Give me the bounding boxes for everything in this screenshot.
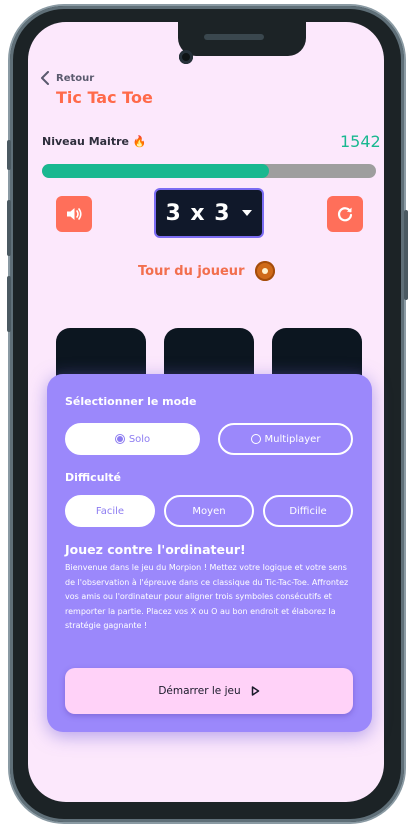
grid-size-value: 3 x 3 bbox=[165, 200, 231, 226]
front-camera bbox=[179, 50, 193, 64]
mode-option-multiplayer[interactable]: Multiplayer bbox=[218, 423, 353, 455]
start-game-button[interactable]: Démarrer le jeu bbox=[65, 668, 353, 714]
back-button[interactable]: Retour bbox=[40, 70, 94, 86]
mode-option-label: Multiplayer bbox=[264, 433, 321, 445]
restart-button[interactable] bbox=[327, 196, 363, 232]
level-progress-bar bbox=[42, 164, 376, 178]
grid-size-select[interactable]: 3 x 3 bbox=[156, 190, 262, 236]
level-progress-fill bbox=[42, 164, 270, 178]
phone-volume-up bbox=[7, 200, 11, 256]
difficulty-easy-button[interactable]: Facile bbox=[65, 495, 155, 527]
intro-description: Bienvenue dans le jeu du Morpion ! Mette… bbox=[65, 563, 349, 630]
difficulty-heading: Difficulté bbox=[65, 471, 122, 484]
difficulty-hard-button[interactable]: Difficile bbox=[263, 495, 353, 527]
page-title: Tic Tac Toe bbox=[56, 88, 153, 107]
mode-heading: Sélectionner le mode bbox=[65, 395, 197, 408]
phone-power-button bbox=[404, 210, 408, 300]
difficulty-label: Difficile bbox=[289, 505, 327, 517]
mode-option-label: Solo bbox=[128, 433, 151, 445]
sound-toggle-button[interactable] bbox=[56, 196, 92, 232]
difficulty-label: Moyen bbox=[192, 505, 226, 517]
difficulty-label: Facile bbox=[95, 505, 125, 517]
refresh-icon bbox=[337, 207, 353, 222]
turn-indicator-label: Tour du joueur bbox=[138, 264, 245, 279]
play-icon bbox=[251, 686, 259, 696]
phone-volume-down bbox=[7, 276, 11, 332]
phone-side-button bbox=[7, 140, 11, 170]
intro-title: Jouez contre l'ordinateur! bbox=[65, 542, 246, 557]
game-setup-panel: Sélectionner le mode Solo Multiplayer Di… bbox=[47, 374, 372, 732]
radio-selected-icon bbox=[114, 434, 125, 444]
chevron-left-icon bbox=[41, 71, 49, 85]
caret-down-icon bbox=[241, 210, 252, 216]
radio-unselected-icon bbox=[250, 434, 261, 444]
score-value: 1542 bbox=[340, 132, 381, 151]
difficulty-medium-button[interactable]: Moyen bbox=[164, 495, 254, 527]
speaker-icon bbox=[67, 208, 82, 220]
start-game-label: Démarrer le jeu bbox=[158, 685, 241, 697]
speaker-grille bbox=[204, 34, 264, 40]
back-label: Retour bbox=[56, 72, 95, 84]
donut-icon bbox=[255, 261, 275, 281]
mode-option-solo[interactable]: Solo bbox=[65, 423, 200, 455]
level-label: Niveau Maitre 🔥 bbox=[42, 135, 147, 148]
